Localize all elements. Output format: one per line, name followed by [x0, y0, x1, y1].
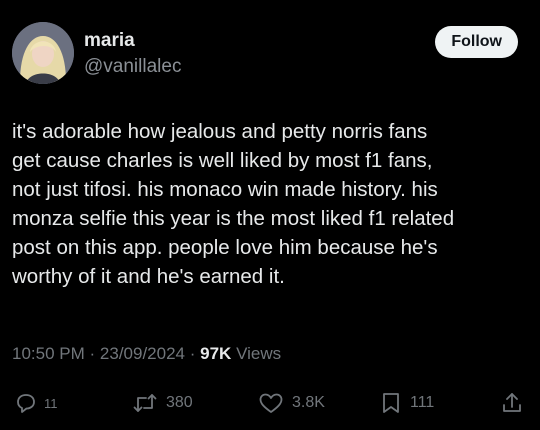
like-icon: [258, 391, 284, 415]
repost-button[interactable]: 380: [132, 386, 193, 420]
share-icon: [500, 391, 524, 415]
user-handle[interactable]: @vanillalec: [84, 56, 181, 78]
tweet-meta: 10:50 PM · 23/09/2024 · 97K Views: [12, 344, 281, 364]
reply-icon: [14, 391, 38, 415]
follow-button[interactable]: Follow: [435, 26, 518, 58]
tweet-date[interactable]: 23/09/2024: [100, 344, 185, 363]
action-bar: 11 380 3.8K 111: [0, 386, 540, 420]
share-button[interactable]: [500, 386, 524, 420]
reply-count: 11: [44, 395, 58, 411]
bookmark-icon: [380, 391, 402, 415]
tweet-text: it's adorable how jealous and petty norr…: [12, 120, 455, 288]
meta-separator: ·: [89, 344, 96, 363]
display-name[interactable]: maria: [84, 30, 135, 52]
avatar[interactable]: [12, 22, 74, 84]
like-count: 3.8K: [292, 394, 325, 411]
views-label: Views: [236, 344, 282, 363]
bookmark-count: 111: [410, 394, 435, 411]
like-button[interactable]: 3.8K: [258, 386, 325, 420]
views-count: 97K: [200, 344, 232, 363]
reply-button[interactable]: 11: [14, 386, 58, 420]
tweet-header: maria @vanillalec Follow: [12, 22, 528, 86]
tweet-time[interactable]: 10:50 PM: [12, 344, 85, 363]
meta-separator: ·: [189, 344, 196, 363]
avatar-image: [12, 22, 74, 84]
repost-count: 380: [166, 394, 193, 411]
bookmark-button[interactable]: 111: [380, 386, 434, 420]
repost-icon: [132, 391, 158, 415]
